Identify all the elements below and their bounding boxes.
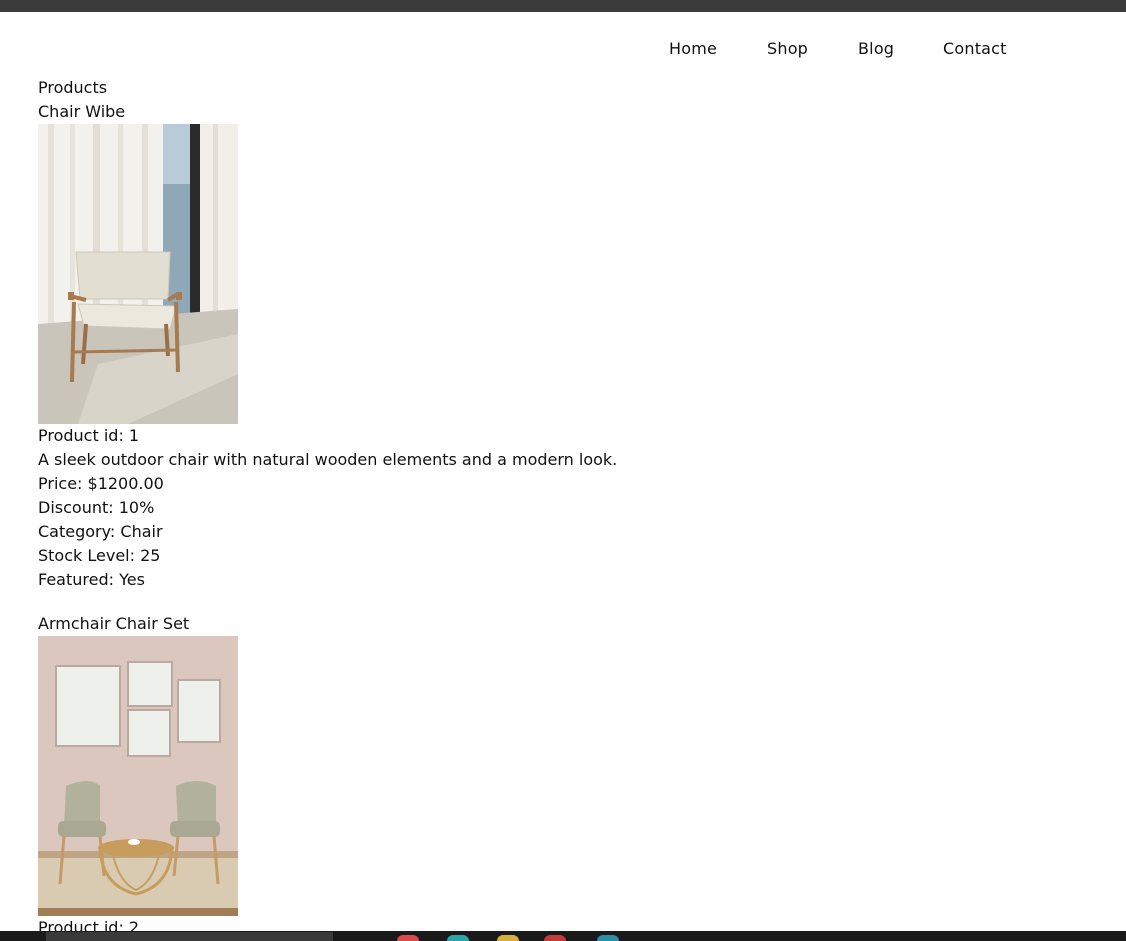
product-description: A sleek outdoor chair with natural woode…: [38, 450, 618, 469]
os-taskbar: [0, 931, 1126, 941]
product-category: Category: Chair: [38, 522, 163, 541]
media-app-icon[interactable]: [544, 935, 566, 941]
product-spacer: [38, 592, 1088, 612]
product-name: Armchair Chair Set: [38, 614, 190, 633]
page-title: Products: [38, 78, 108, 97]
product-image-chair: [38, 124, 238, 424]
products-content: Products Chair Wibe Product id: 1 A slee…: [38, 76, 1088, 940]
browser-app-icon[interactable]: [447, 935, 469, 941]
product-discount: Discount: 10%: [38, 498, 155, 517]
browser-top-bar: [0, 0, 1126, 12]
main-nav: Home Shop Blog Contact: [0, 38, 1126, 60]
product-name: Chair Wibe: [38, 102, 126, 121]
product-card: Chair Wibe Product id: 1 A sleek outdoor…: [38, 100, 1088, 592]
files-app-icon[interactable]: [497, 935, 519, 941]
product-image-armchair-set: [38, 636, 238, 916]
nav-contact-link[interactable]: Contact: [943, 38, 1007, 60]
editor-app-icon[interactable]: [597, 935, 619, 941]
nav-shop-link[interactable]: Shop: [767, 38, 808, 60]
product-featured: Featured: Yes: [38, 570, 145, 589]
mail-app-icon[interactable]: [397, 935, 419, 941]
nav-blog-link[interactable]: Blog: [858, 38, 894, 60]
taskbar-active-window[interactable]: [46, 932, 333, 941]
nav-home-link[interactable]: Home: [669, 38, 717, 60]
product-stock-level: Stock Level: 25: [38, 546, 161, 565]
product-id: Product id: 1: [38, 426, 140, 445]
product-price: Price: $1200.00: [38, 474, 164, 493]
product-card: Armchair Chair Set Product id: 2: [38, 612, 1088, 940]
